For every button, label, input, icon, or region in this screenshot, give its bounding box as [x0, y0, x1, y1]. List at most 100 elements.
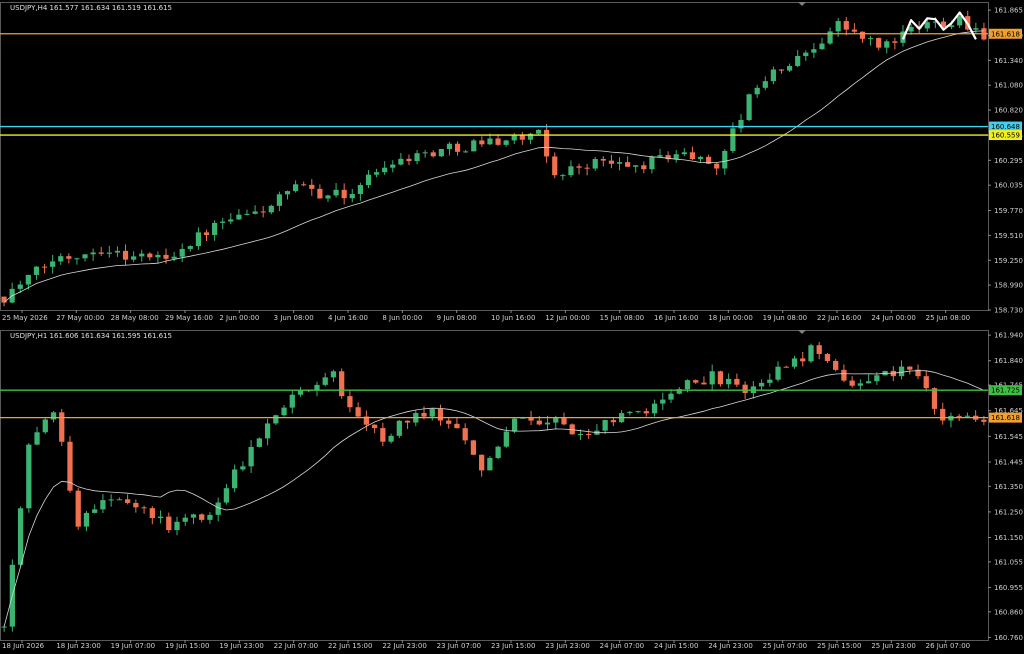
candle-body	[767, 379, 773, 383]
h1-price-pane[interactable]: USDJPY,H1 161.606 161.634 161.595 161.61…	[0, 330, 1023, 650]
candle-body	[92, 509, 98, 513]
y-tick-label: 159.250	[994, 257, 1023, 265]
candle-body	[17, 508, 24, 565]
candle-body	[795, 55, 801, 66]
candle-body	[616, 162, 623, 164]
candle-body	[633, 165, 639, 167]
candle-body	[924, 22, 930, 29]
candle-body	[341, 189, 347, 199]
candle-body	[535, 129, 542, 134]
candle-body	[414, 153, 420, 162]
candle-body	[479, 140, 485, 145]
candle-body	[503, 431, 509, 447]
candle-body	[800, 358, 806, 362]
candle-body	[841, 369, 847, 381]
candle-body	[371, 424, 378, 429]
x-tick-label: 25 Jun 08:00	[926, 314, 970, 322]
x-tick-label: 24 Jun 07:00	[600, 642, 644, 650]
candle-body	[388, 435, 394, 442]
candle-body	[709, 371, 715, 385]
candle-body	[380, 428, 386, 442]
candle-body	[248, 446, 254, 467]
candle-body	[689, 152, 696, 160]
candle-body	[114, 250, 121, 253]
candle-body	[398, 158, 404, 165]
scroll-marker-icon[interactable]	[798, 2, 806, 6]
candle-body	[106, 252, 112, 254]
candle-body	[957, 16, 963, 26]
candle-body	[83, 512, 90, 527]
candle-body	[430, 152, 436, 157]
candle-body	[833, 360, 839, 370]
candle-body	[874, 375, 880, 382]
candle-body	[577, 434, 584, 436]
candle-body	[775, 366, 781, 380]
candle-body	[207, 514, 213, 520]
candle-body	[865, 381, 872, 384]
candle-body	[190, 514, 197, 518]
candle-body	[803, 52, 809, 56]
y-tick-label: 160.035	[994, 182, 1023, 190]
candle-body	[220, 221, 226, 223]
candle-body	[33, 266, 40, 275]
y-tick-label: 159.510	[994, 232, 1023, 240]
candle-body	[446, 143, 453, 150]
y-tick-label: 161.350	[994, 483, 1023, 491]
candle-body	[396, 420, 402, 436]
candle-body	[232, 469, 238, 489]
candle-body	[223, 488, 230, 503]
x-tick-label: 23 Jun 07:00	[437, 642, 481, 650]
candle-body	[859, 31, 866, 39]
candle-body	[754, 87, 760, 95]
candle-body	[163, 254, 169, 259]
candle-body	[1, 626, 7, 628]
candle-body	[552, 156, 558, 176]
candle-body	[668, 393, 674, 400]
candle-body	[898, 366, 905, 377]
h4-price-pane[interactable]: USDJPY,H4 161.577 161.634 161.519 161.61…	[0, 2, 1023, 322]
x-tick-label: 27 May 00:00	[56, 314, 104, 322]
x-tick-label: 22 Jun 15:00	[328, 642, 372, 650]
candle-body	[778, 69, 785, 71]
x-tick-label: 22 Jun 16:00	[817, 314, 861, 322]
candle-body	[867, 37, 874, 39]
candle-body	[734, 378, 740, 385]
candle-body	[252, 211, 258, 214]
x-tick-label: 25 Jun 15:00	[817, 642, 861, 650]
candle-body	[641, 165, 647, 170]
y-tick-label: 160.860	[994, 608, 1023, 616]
chart-canvas: USDJPY,H4 161.577 161.634 161.519 161.61…	[0, 2, 1023, 650]
candle-body	[317, 188, 323, 199]
candle-body	[908, 26, 914, 32]
candle-body	[244, 213, 250, 215]
candle-body	[600, 158, 606, 161]
y-tick-label: 161.445	[994, 458, 1023, 466]
scroll-marker-icon[interactable]	[798, 330, 806, 334]
candle-body	[673, 154, 679, 160]
candle-body	[437, 408, 444, 421]
candle-body	[697, 156, 704, 160]
candle-body	[758, 382, 765, 387]
level-price-label: 161.618	[991, 414, 1020, 422]
candle-body	[470, 440, 477, 455]
candle-body	[835, 21, 841, 32]
candle-body	[50, 412, 57, 420]
candle-body	[292, 184, 299, 192]
pane-frame	[0, 2, 989, 311]
candle-body	[584, 167, 590, 169]
pattern-overlay-line[interactable]	[901, 11, 977, 40]
x-tick-label: 23 Jun 15:00	[491, 642, 535, 650]
x-tick-label: 22 Jun 23:00	[382, 642, 426, 650]
candle-body	[940, 408, 946, 421]
candle-body	[26, 444, 32, 509]
candle-body	[215, 502, 221, 515]
candle-body	[479, 454, 485, 471]
candle-body	[195, 232, 202, 247]
candle-body	[722, 150, 728, 169]
y-tick-label: 161.865	[994, 7, 1023, 15]
x-tick-label: 24 Jun 23:00	[708, 642, 752, 650]
candle-body	[843, 21, 849, 30]
y-tick-label: 158.990	[994, 282, 1023, 290]
x-tick-label: 16 Jun 16:00	[654, 314, 698, 322]
candle-body	[586, 434, 592, 436]
